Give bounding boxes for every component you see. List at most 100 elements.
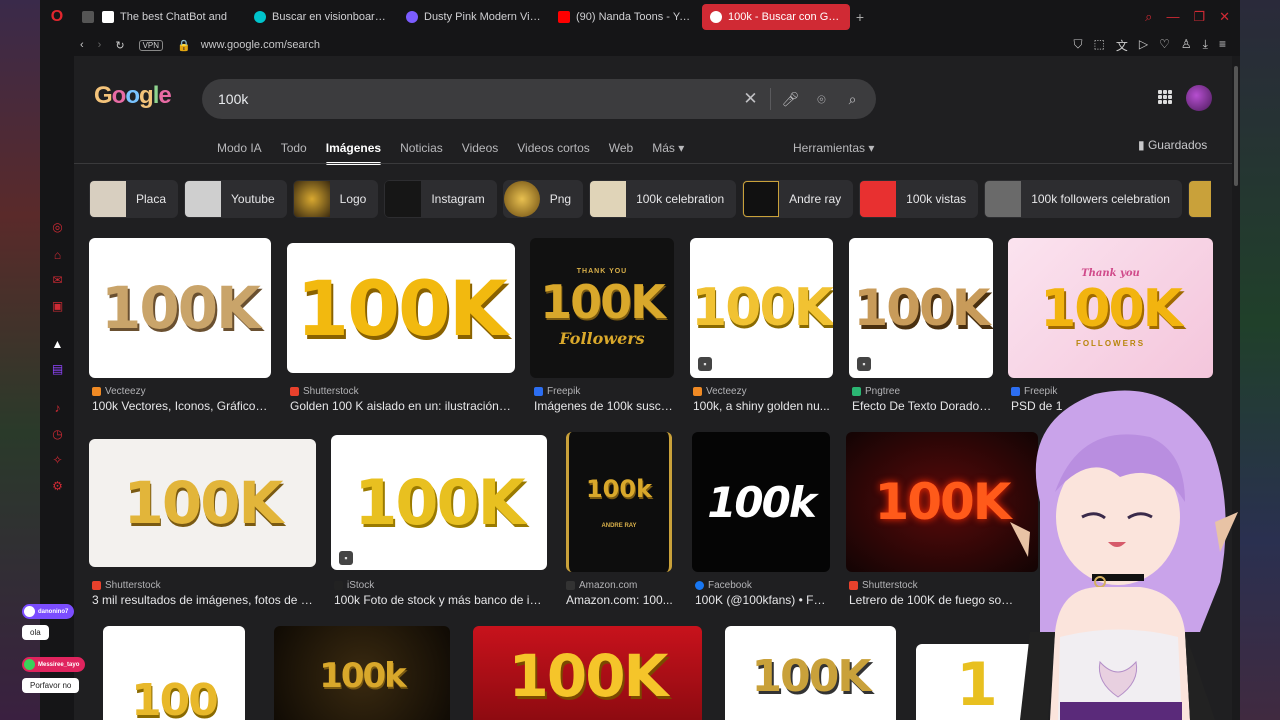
user-icon[interactable]: ♙: [1181, 37, 1192, 54]
page-scrollbar[interactable]: [1232, 56, 1240, 720]
result-caption[interactable]: Des...: [1172, 593, 1212, 607]
tab-2[interactable]: Dusty Pink Modern Vision: [398, 4, 550, 30]
whatsapp-icon[interactable]: ▣: [51, 300, 64, 313]
forward-icon[interactable]: ›: [98, 39, 102, 51]
result-image[interactable]: 100K: [89, 439, 316, 567]
result-caption[interactable]: Golden 100 K aislado en un: ilustración …: [290, 399, 512, 413]
tab-web[interactable]: Web: [609, 141, 633, 165]
result-image[interactable]: 100K: [331, 435, 547, 570]
tools-button[interactable]: Herramientas ▾: [793, 141, 874, 155]
tab-imagenes[interactable]: Imágenes: [325, 141, 382, 165]
result-caption[interactable]: Amazon.com: 100...: [566, 593, 674, 607]
aria-ai-icon[interactable]: ▲: [51, 338, 64, 351]
tab-0[interactable]: The best ChatBot and: [94, 4, 246, 30]
settings-icon[interactable]: ⚙: [51, 480, 64, 493]
twitch-icon[interactable]: ▤: [51, 363, 64, 376]
tab-1[interactable]: Buscar en visionboard - C: [246, 4, 398, 30]
history-icon[interactable]: ◷: [51, 428, 64, 441]
tab-workspace-icon[interactable]: [74, 4, 94, 30]
microphone-icon[interactable]: 🎤︎: [775, 91, 806, 108]
result-image[interactable]: 1: [916, 644, 1036, 720]
download-icon[interactable]: ⤓: [1203, 37, 1208, 54]
shop-icon[interactable]: ⌂: [51, 249, 64, 262]
result-source[interactable]: Shutterstock: [290, 386, 359, 397]
tab-noticias[interactable]: Noticias: [400, 141, 443, 165]
chip-100k-vistas[interactable]: 100k vistas: [859, 180, 979, 218]
result-source[interactable]: Shutterstock: [849, 580, 918, 591]
result-image[interactable]: THANK YOU 100K Followers: [530, 238, 674, 378]
result-image[interactable]: 100K: [89, 238, 271, 378]
result-image[interactable]: 100K: [287, 243, 515, 373]
back-icon[interactable]: ‹: [80, 39, 84, 51]
result-image[interactable]: 100K: [849, 238, 993, 378]
result-image[interactable]: 100K: [473, 626, 702, 720]
result-caption[interactable]: 100k Foto de stock y más banco de im...: [334, 593, 546, 607]
result-source[interactable]: Facebook: [695, 580, 752, 591]
translate-icon[interactable]: 文: [1116, 37, 1128, 54]
google-apps-icon[interactable]: [1158, 90, 1172, 104]
result-caption[interactable]: 100K (@100kfans) • Fa...: [695, 593, 830, 607]
scrollbar-thumb[interactable]: [1234, 66, 1238, 186]
result-image[interactable]: 100K: [725, 626, 896, 720]
result-caption[interactable]: 100k Vectores, Iconos, Gráficos ...: [92, 399, 270, 413]
result-image[interactable]: 100k ANDRE RAY: [566, 432, 672, 572]
result-caption[interactable]: 100k, a shiny golden nu...: [693, 399, 831, 413]
search-query[interactable]: 100k: [218, 91, 735, 107]
tab-modo-ia[interactable]: Modo IA: [217, 141, 262, 165]
music-icon[interactable]: ♪: [51, 402, 64, 415]
tab-todo[interactable]: Todo: [281, 141, 307, 165]
result-source[interactable]: Vecteezy: [693, 386, 747, 397]
search-input[interactable]: 100k ✕ 🎤︎ ⌾ ⌕: [202, 79, 876, 119]
tab-3[interactable]: (90) Nanda Toons - YouTu: [550, 4, 702, 30]
search-tabs-icon[interactable]: ⌕: [1145, 9, 1152, 25]
result-caption[interactable]: 3 mil resultados de imágenes, fotos de s…: [92, 593, 314, 607]
result-image[interactable]: Thank you 100K FOLLOWERS: [1008, 238, 1213, 378]
tab-4-active[interactable]: 100k - Buscar con Google: [702, 4, 850, 30]
chip-100k-followers-celebration[interactable]: 100k followers celebration: [984, 180, 1182, 218]
result-image[interactable]: 100K: [846, 432, 1038, 572]
player-icon[interactable]: ▷: [1139, 37, 1148, 54]
result-image[interactable]: 100: [103, 626, 245, 720]
chip-andre-ray[interactable]: Andre ray: [742, 180, 854, 218]
chip-youtube[interactable]: Youtube: [184, 180, 287, 218]
result-caption[interactable]: Letrero de 100K de fuego sobre...: [849, 593, 1019, 607]
result-caption[interactable]: Efecto De Texto Dorado ...: [852, 399, 992, 413]
chip-png[interactable]: Png: [502, 180, 584, 218]
vpn-badge[interactable]: VPN: [138, 39, 164, 51]
result-source[interactable]: Freepik: [1011, 386, 1057, 397]
result-source[interactable]: Vecteezy: [92, 386, 146, 397]
heart-icon[interactable]: ♡: [1159, 37, 1170, 54]
saved-button[interactable]: ▮ Guardados: [1138, 138, 1207, 152]
chip-logo[interactable]: Logo: [292, 180, 379, 218]
tab-videos[interactable]: Videos: [462, 141, 498, 165]
result-image[interactable]: 100k: [274, 626, 450, 720]
maximize-icon[interactable]: ❐: [1193, 9, 1205, 25]
chip-more[interactable]: [1187, 180, 1211, 218]
chip-100k-celebration[interactable]: 100k celebration: [589, 180, 737, 218]
tab-videos-cortos[interactable]: Videos cortos: [517, 141, 590, 165]
opera-logo-icon[interactable]: O: [40, 0, 74, 34]
reload-icon[interactable]: ↻: [115, 39, 124, 52]
result-image[interactable]: 100K: [690, 238, 833, 378]
chip-instagram[interactable]: Instagram: [384, 180, 497, 218]
google-doodle-logo[interactable]: Google: [94, 82, 172, 110]
snapshot-icon[interactable]: ⬚: [1094, 37, 1105, 54]
result-source[interactable]: Amazon.com: [566, 580, 637, 591]
result-caption[interactable]: PSD de 1: [1011, 399, 1071, 413]
url-field[interactable]: www.google.com/search: [201, 39, 320, 51]
clear-search-icon[interactable]: ✕: [735, 89, 766, 109]
tab-mas[interactable]: Más ▾: [652, 141, 684, 165]
result-caption[interactable]: Imágenes de 100k suscri...: [534, 399, 674, 413]
menu-icon[interactable]: ≡: [1219, 37, 1226, 54]
result-source[interactable]: Freepik: [534, 386, 580, 397]
result-source[interactable]: Pngtree: [852, 386, 900, 397]
new-tab-button[interactable]: +: [850, 9, 870, 25]
result-source[interactable]: iStock: [334, 580, 374, 591]
aria-icon[interactable]: ◎: [51, 221, 64, 234]
account-avatar[interactable]: [1186, 85, 1212, 111]
bookmark-icon[interactable]: ⛉: [1074, 37, 1083, 54]
close-window-icon[interactable]: ✕: [1219, 9, 1230, 25]
lens-icon[interactable]: ⌾: [806, 91, 837, 108]
result-source[interactable]: Shutterstock: [92, 580, 161, 591]
messenger-icon[interactable]: ✉: [51, 274, 64, 287]
